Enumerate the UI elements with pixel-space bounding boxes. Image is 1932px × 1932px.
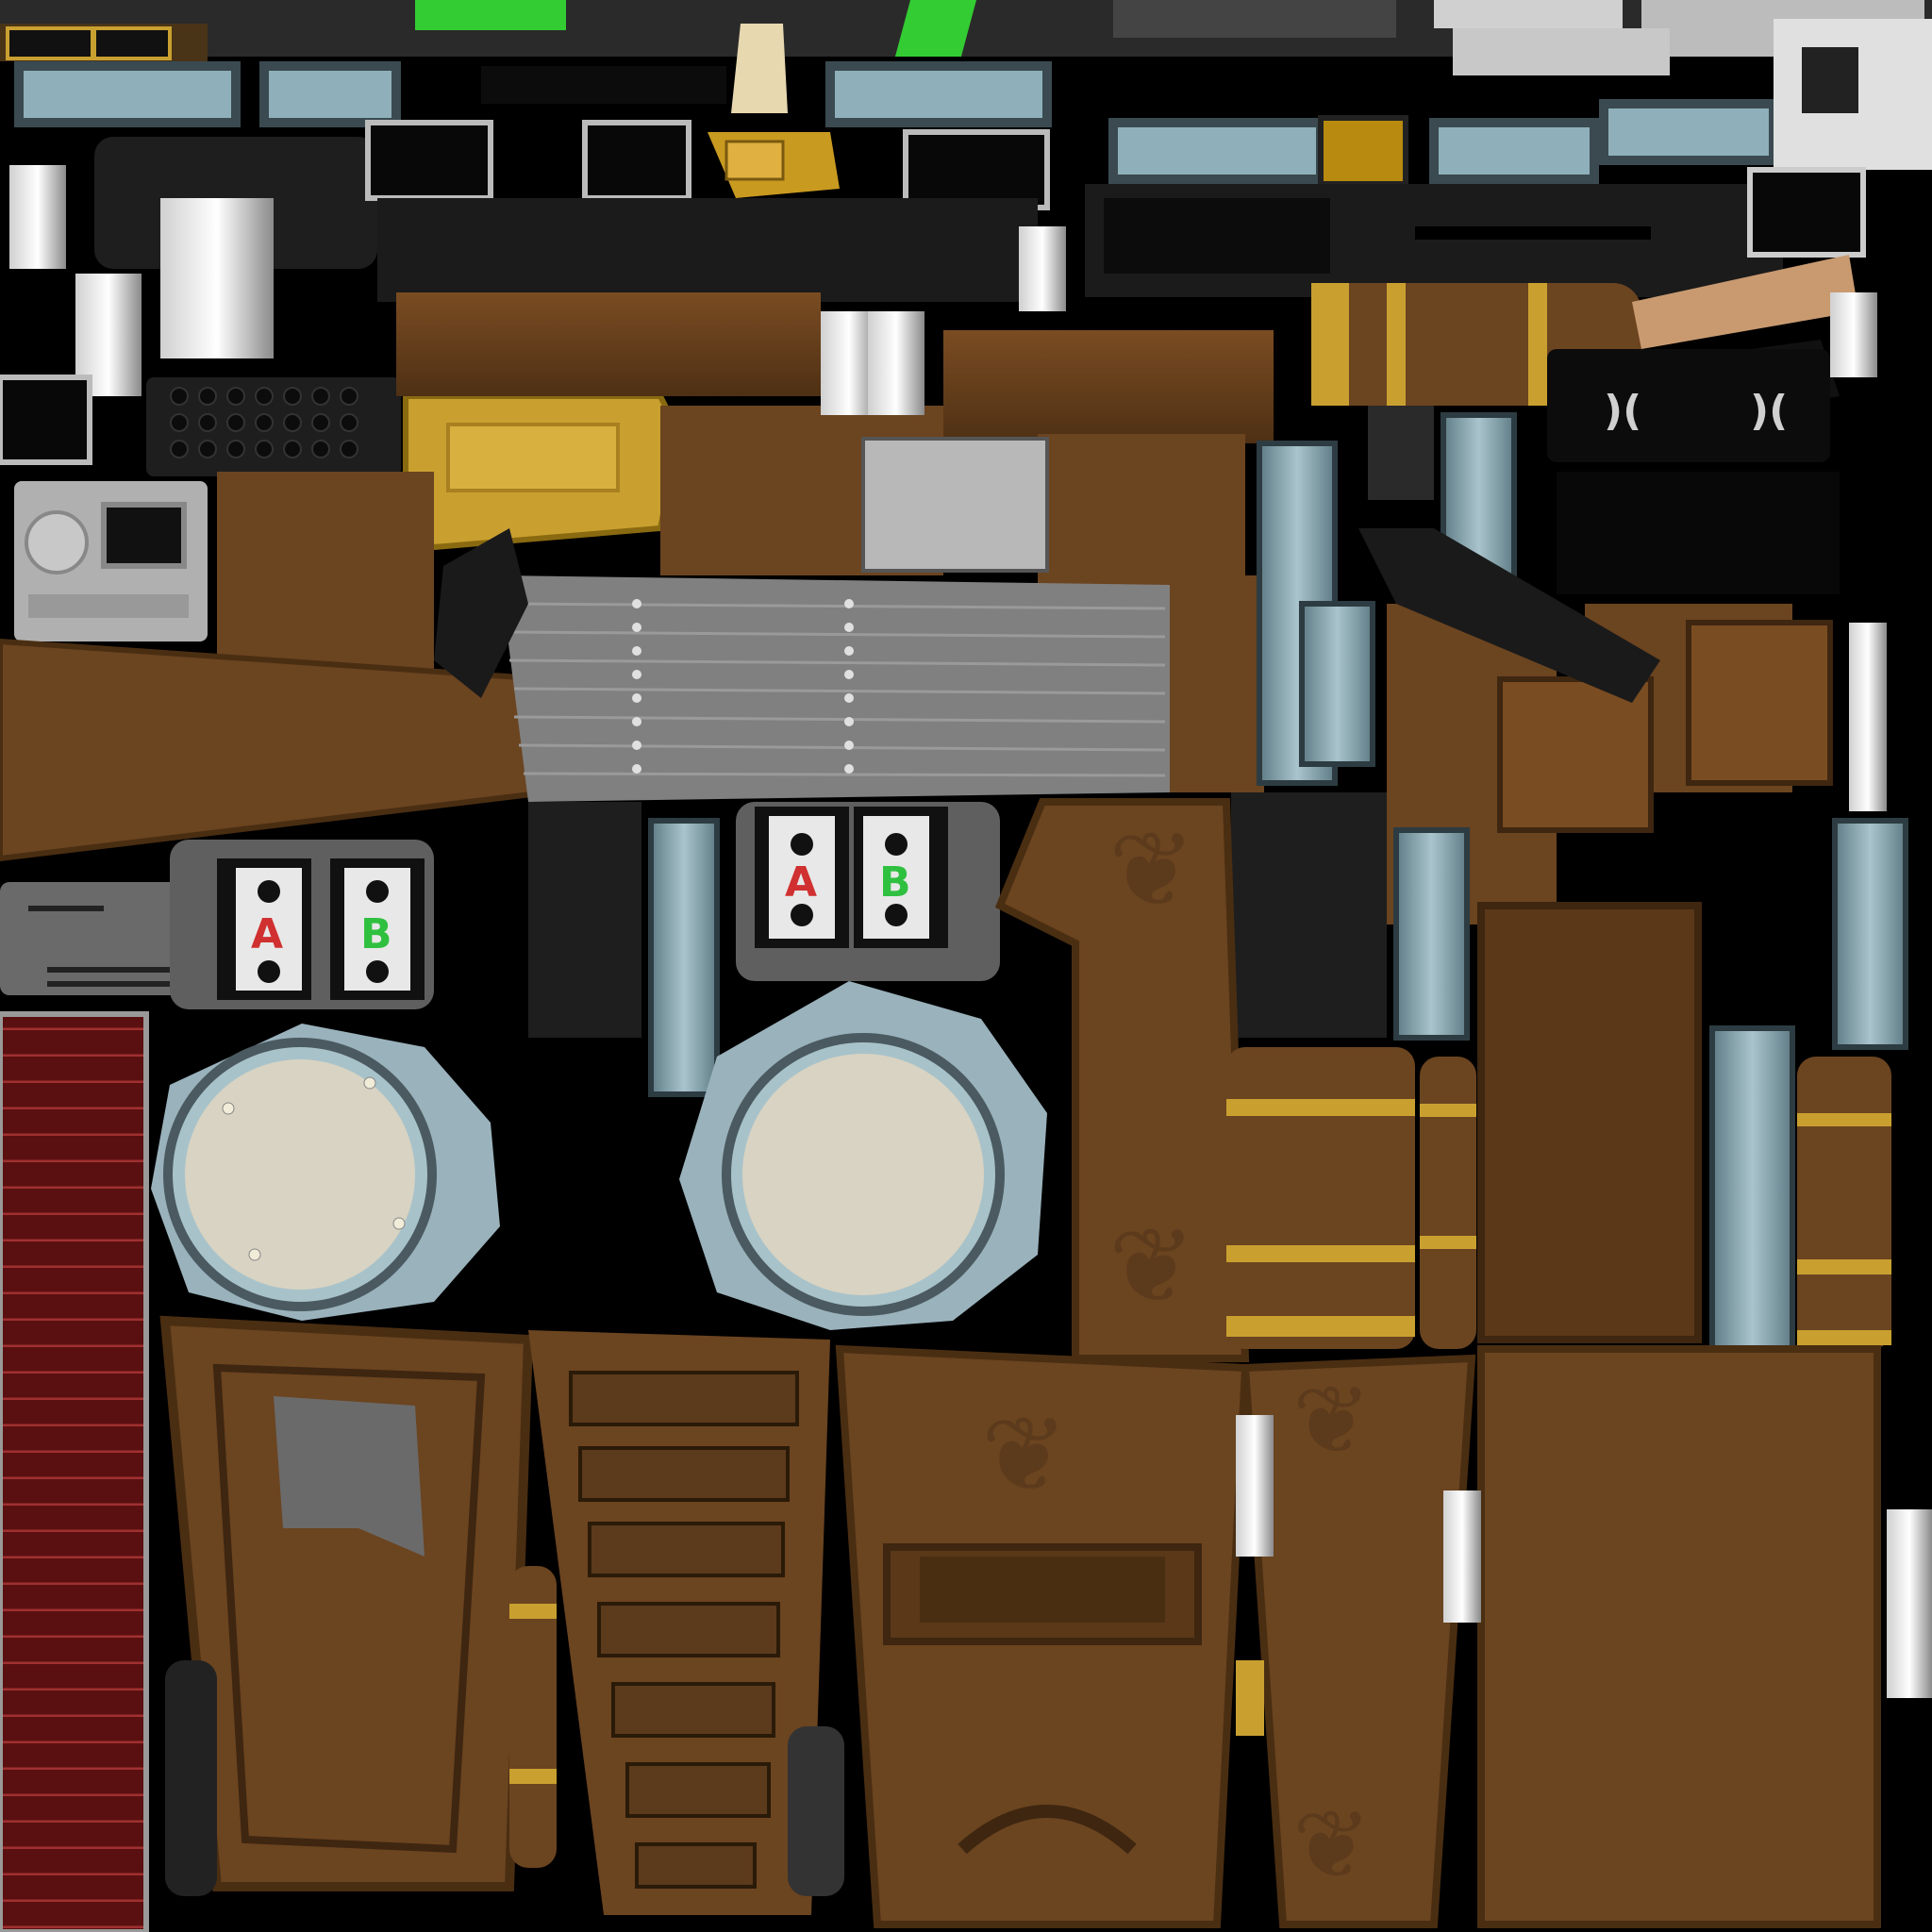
black-block xyxy=(528,802,641,1038)
ab-switch-right: A B xyxy=(736,802,1000,981)
svg-text:❦: ❦ xyxy=(1292,1365,1372,1475)
speaker-grille xyxy=(0,375,401,476)
label-b-right: B xyxy=(879,858,911,907)
gray-control-box xyxy=(14,481,208,641)
svg-text:❦: ❦ xyxy=(1108,809,1195,930)
bottom-wood-panels: ❦ ❦ ❦ xyxy=(159,1315,1881,1928)
label-b-left: B xyxy=(360,910,392,958)
brick-strip xyxy=(0,1011,149,1932)
label-a-left: A xyxy=(251,910,283,958)
svg-text:❦: ❦ xyxy=(1292,1790,1372,1900)
metal-bracket xyxy=(861,437,1049,573)
green-led-panel xyxy=(415,0,566,30)
black-block xyxy=(1231,792,1387,1038)
svg-text:)(: )( xyxy=(1604,387,1641,435)
svg-text:❦: ❦ xyxy=(981,1394,1068,1515)
texture-atlas: )( )(A B A B ❦ ❦ ❦ ❦ ❦ xyxy=(0,0,1932,1932)
emblem-band: )( )( xyxy=(1547,349,1830,462)
label-a-right: A xyxy=(785,858,817,907)
svg-text:)(: )( xyxy=(1750,387,1788,435)
wood-column-right xyxy=(1477,902,1702,1343)
svg-text:❦: ❦ xyxy=(1108,1206,1195,1326)
vent-panel xyxy=(0,882,179,995)
ab-switch-left: A B xyxy=(170,840,434,1009)
